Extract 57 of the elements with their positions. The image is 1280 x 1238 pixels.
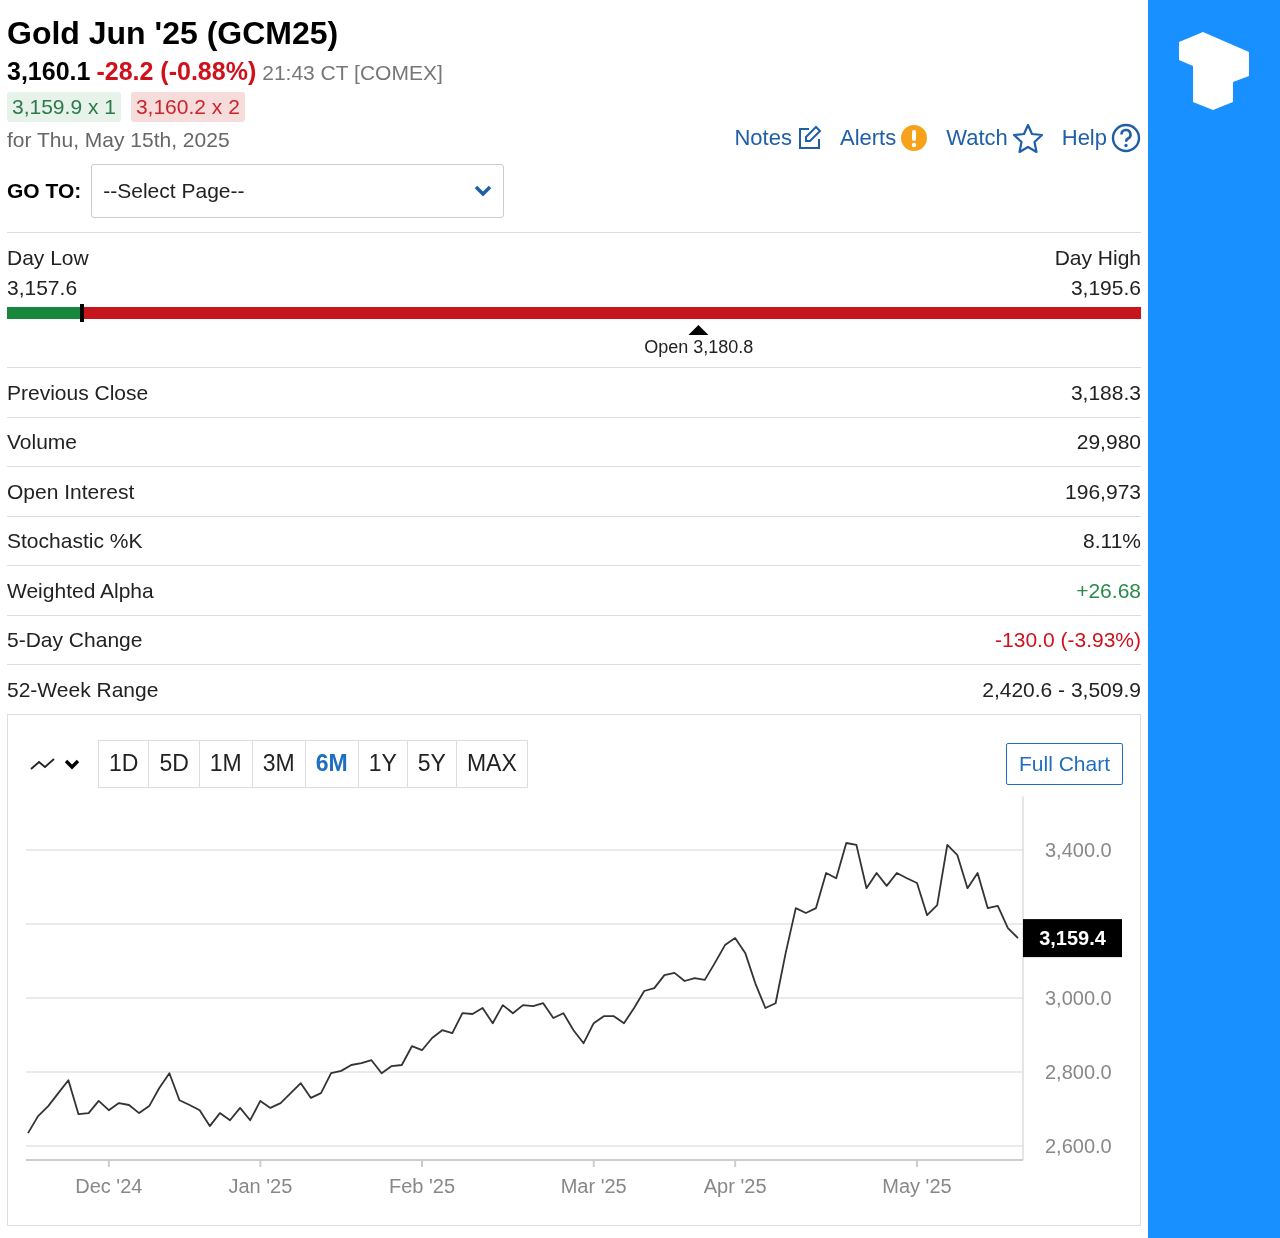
stat-label: Volume [7,429,78,455]
range-tab[interactable]: 1M [199,740,253,787]
x-axis-label: Feb '25 [388,1174,456,1197]
action-link[interactable]: Help [1061,121,1107,154]
action-link[interactable]: Watch [946,121,1008,154]
day-low-label: Day Low [7,245,89,271]
full-chart-button[interactable]: Full Chart [1005,742,1123,785]
range-tab[interactable]: 1D [99,740,150,787]
alert-icon [900,123,929,152]
stat-label: 52-Week Range [7,676,159,703]
stat-label: Weighted Alpha [7,577,154,604]
range-tab[interactable]: 3M [252,740,306,787]
goto-label: GO TO: [7,178,82,205]
quote-title: Gold Jun '25 (GCM25) [7,14,340,53]
help-icon [1111,122,1141,153]
range-tab[interactable]: MAX [456,740,527,787]
day-high-label: Day High [1054,245,1141,271]
day-low-value: 3,157.6 [7,275,79,301]
x-axis-label: Apr '25 [703,1174,767,1197]
stat-value: +26.68 [1076,577,1141,604]
day-high-value: 3,195.6 [1070,275,1141,301]
star-icon [1011,122,1044,153]
ask-quote: 3,160.2 x 2 [130,92,245,122]
logo-icon [1177,30,1251,112]
range-tab[interactable]: 5Y [407,740,457,787]
y-axis-label: 3,400.0 [1045,838,1112,861]
stat-label: Stochastic %K [7,528,143,554]
y-axis-label: 2,600.0 [1045,1134,1112,1157]
y-axis-label: 2,800.0 [1045,1060,1112,1083]
stat-value: -130.0 (-3.93%) [995,627,1141,653]
last-price: 3,160.1 [7,56,91,87]
x-axis-label: May '25 [882,1174,952,1197]
range-tab[interactable]: 1Y [358,740,408,787]
last-price-label: 3,159.4 [1023,918,1122,957]
action-link[interactable]: Notes [734,121,792,154]
stat-label: Open Interest [7,478,135,505]
x-axis-label: Dec '24 [75,1174,143,1197]
open-price-label: Open 3,180.8 [644,336,754,359]
x-axis-label: Mar '25 [560,1174,627,1197]
x-axis-label: Jan '25 [228,1174,293,1197]
range-tab[interactable]: 5D [149,740,200,787]
page-select[interactable]: --Select Page-- [91,164,505,218]
stat-value: 3,188.3 [1070,379,1141,406]
quote-time: 21:43 CT [COMEX] [262,60,443,86]
stat-value: 8.11% [1083,528,1141,554]
price-change: -28.2 (-0.88%) [96,56,257,87]
stat-value: 29,980 [1076,429,1141,455]
y-axis-label: 3,000.0 [1045,986,1112,1009]
quote-date: for Thu, May 15th, 2025 [7,127,231,153]
stat-label: Previous Close [7,379,149,406]
range-tab[interactable]: 6M [305,740,359,787]
bid-quote: 3,159.9 x 1 [7,92,121,122]
stat-label: 5-Day Change [7,627,143,653]
stat-value: 196,973 [1065,478,1141,505]
stat-value: 2,420.6 - 3,509.9 [982,676,1141,703]
chevron-down-icon [474,185,493,197]
action-link[interactable]: Alerts [839,121,897,154]
